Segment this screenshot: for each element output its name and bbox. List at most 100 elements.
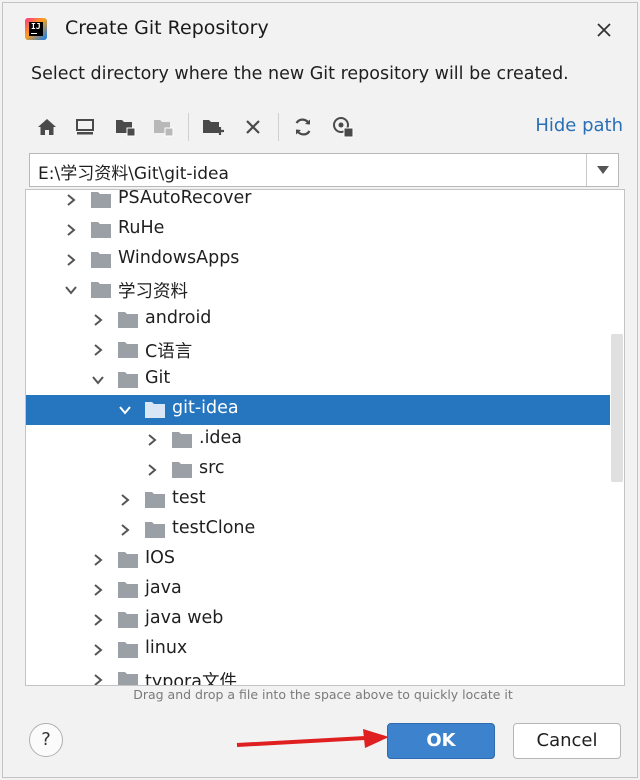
tree-row[interactable]: typora文件: [26, 665, 610, 686]
help-button[interactable]: ?: [29, 723, 63, 757]
folder-icon: [118, 372, 138, 388]
chevron-right-icon[interactable]: [91, 552, 105, 568]
desktop-button[interactable]: [71, 113, 99, 141]
folder-icon: [118, 552, 138, 568]
directory-tree[interactable]: PSAutoRecover RuHe WindowsApps 学习资料 android C…: [25, 189, 625, 686]
folder-icon: [145, 522, 165, 538]
delete-icon: [246, 120, 260, 134]
tree-row[interactable]: IOS: [26, 545, 610, 575]
tree-row[interactable]: Git: [26, 365, 610, 395]
home-icon: [38, 119, 56, 135]
module-folder-button[interactable]: [149, 113, 177, 141]
folder-icon: [91, 252, 111, 268]
ok-button[interactable]: OK: [387, 723, 495, 759]
dialog-description: Select directory where the new Git repos…: [31, 64, 569, 84]
folder-icon: [91, 282, 111, 298]
chevron-right-icon[interactable]: [91, 582, 105, 598]
tree-item-label: WindowsApps: [118, 248, 240, 268]
tree-item-label: C语言: [145, 342, 193, 362]
title-bar: IJ Create Git Repository: [3, 3, 637, 55]
folder-icon: [118, 642, 138, 658]
drag-drop-hint: Drag and drop a file into the space abov…: [133, 687, 513, 702]
tree-item-label: git-idea: [172, 398, 239, 418]
create-git-repository-dialog: IJ Create Git Repository Select director…: [2, 2, 638, 778]
tree-item-label: IOS: [145, 548, 176, 568]
tree-item-label: java web: [145, 608, 224, 628]
chevron-right-icon[interactable]: [91, 672, 105, 686]
tree-row[interactable]: C语言: [26, 335, 610, 365]
tree-row[interactable]: android: [26, 305, 610, 335]
tree-row[interactable]: PSAutoRecover: [26, 189, 610, 215]
folder-icon: [172, 462, 192, 478]
folder-icon: [145, 492, 165, 508]
tree-item-label: android: [145, 308, 212, 328]
path-history-dropdown[interactable]: [586, 154, 618, 186]
folder-icon: [91, 192, 111, 208]
chevron-right-icon[interactable]: [145, 462, 159, 478]
project-folder-icon: [116, 120, 136, 137]
path-field[interactable]: E:\学习资料\Git\git-idea: [29, 153, 619, 187]
tree-row[interactable]: 学习资料: [26, 275, 610, 305]
tree-item-label: test: [172, 488, 206, 508]
folder-icon: [172, 432, 192, 448]
new-folder-icon: [203, 120, 224, 135]
chevron-down-icon[interactable]: [118, 402, 132, 418]
folder-icon: [118, 612, 138, 628]
chevron-right-icon[interactable]: [145, 432, 159, 448]
tree-row[interactable]: git-idea: [26, 395, 610, 425]
tree-item-label: PSAutoRecover: [118, 189, 252, 208]
home-button[interactable]: [33, 113, 61, 141]
chevron-down-icon: [596, 166, 609, 174]
chevron-right-icon[interactable]: [64, 192, 78, 208]
chevron-right-icon[interactable]: [91, 342, 105, 358]
chevron-right-icon[interactable]: [91, 642, 105, 658]
tree-row[interactable]: .idea: [26, 425, 610, 455]
tree-row[interactable]: java web: [26, 605, 610, 635]
folder-icon: [118, 342, 138, 358]
project-folder-button[interactable]: [111, 113, 139, 141]
tree-row[interactable]: linux: [26, 635, 610, 665]
toolbar: Hide path: [29, 109, 623, 145]
folder-icon: [91, 222, 111, 238]
tree-row[interactable]: src: [26, 455, 610, 485]
tree-row[interactable]: RuHe: [26, 215, 610, 245]
tree-item-label: linux: [145, 638, 188, 658]
tree-row[interactable]: java: [26, 575, 610, 605]
show-hidden-icon: [333, 117, 354, 138]
hide-path-link[interactable]: Hide path: [535, 115, 623, 136]
tree-item-label: .idea: [199, 428, 243, 448]
folder-icon: [145, 402, 165, 418]
cancel-button[interactable]: Cancel: [513, 723, 621, 759]
show-hidden-button[interactable]: [329, 113, 357, 141]
tree-item-label: typora文件: [145, 672, 237, 686]
chevron-right-icon[interactable]: [118, 492, 132, 508]
chevron-right-icon[interactable]: [64, 222, 78, 238]
tree-row[interactable]: WindowsApps: [26, 245, 610, 275]
chevron-right-icon[interactable]: [64, 252, 78, 268]
tree-item-label: RuHe: [118, 218, 165, 238]
chevron-right-icon[interactable]: [91, 612, 105, 628]
chevron-right-icon[interactable]: [118, 522, 132, 538]
intellij-idea-icon: IJ: [25, 18, 47, 40]
folder-icon: [118, 312, 138, 328]
chevron-down-icon[interactable]: [91, 372, 105, 388]
vertical-scrollbar[interactable]: [611, 334, 623, 482]
tree-item-label: Git: [145, 368, 171, 388]
tree-item-label: java: [145, 578, 182, 598]
tree-row[interactable]: test: [26, 485, 610, 515]
new-folder-button[interactable]: [199, 113, 227, 141]
chevron-down-icon[interactable]: [64, 282, 78, 298]
tree-item-label: testClone: [172, 518, 256, 538]
tree-item-label: src: [199, 458, 225, 478]
delete-button[interactable]: [239, 113, 267, 141]
close-button[interactable]: [589, 15, 619, 45]
module-folder-icon: [154, 120, 174, 137]
annotation-arrow-icon: [236, 729, 389, 748]
chevron-right-icon[interactable]: [91, 312, 105, 328]
tree-row[interactable]: testClone: [26, 515, 610, 545]
path-input[interactable]: E:\学习资料\Git\git-idea: [38, 159, 229, 184]
desktop-icon: [76, 119, 94, 135]
refresh-button[interactable]: [289, 113, 317, 141]
close-icon: [597, 23, 611, 37]
dialog-title: Create Git Repository: [65, 17, 269, 39]
